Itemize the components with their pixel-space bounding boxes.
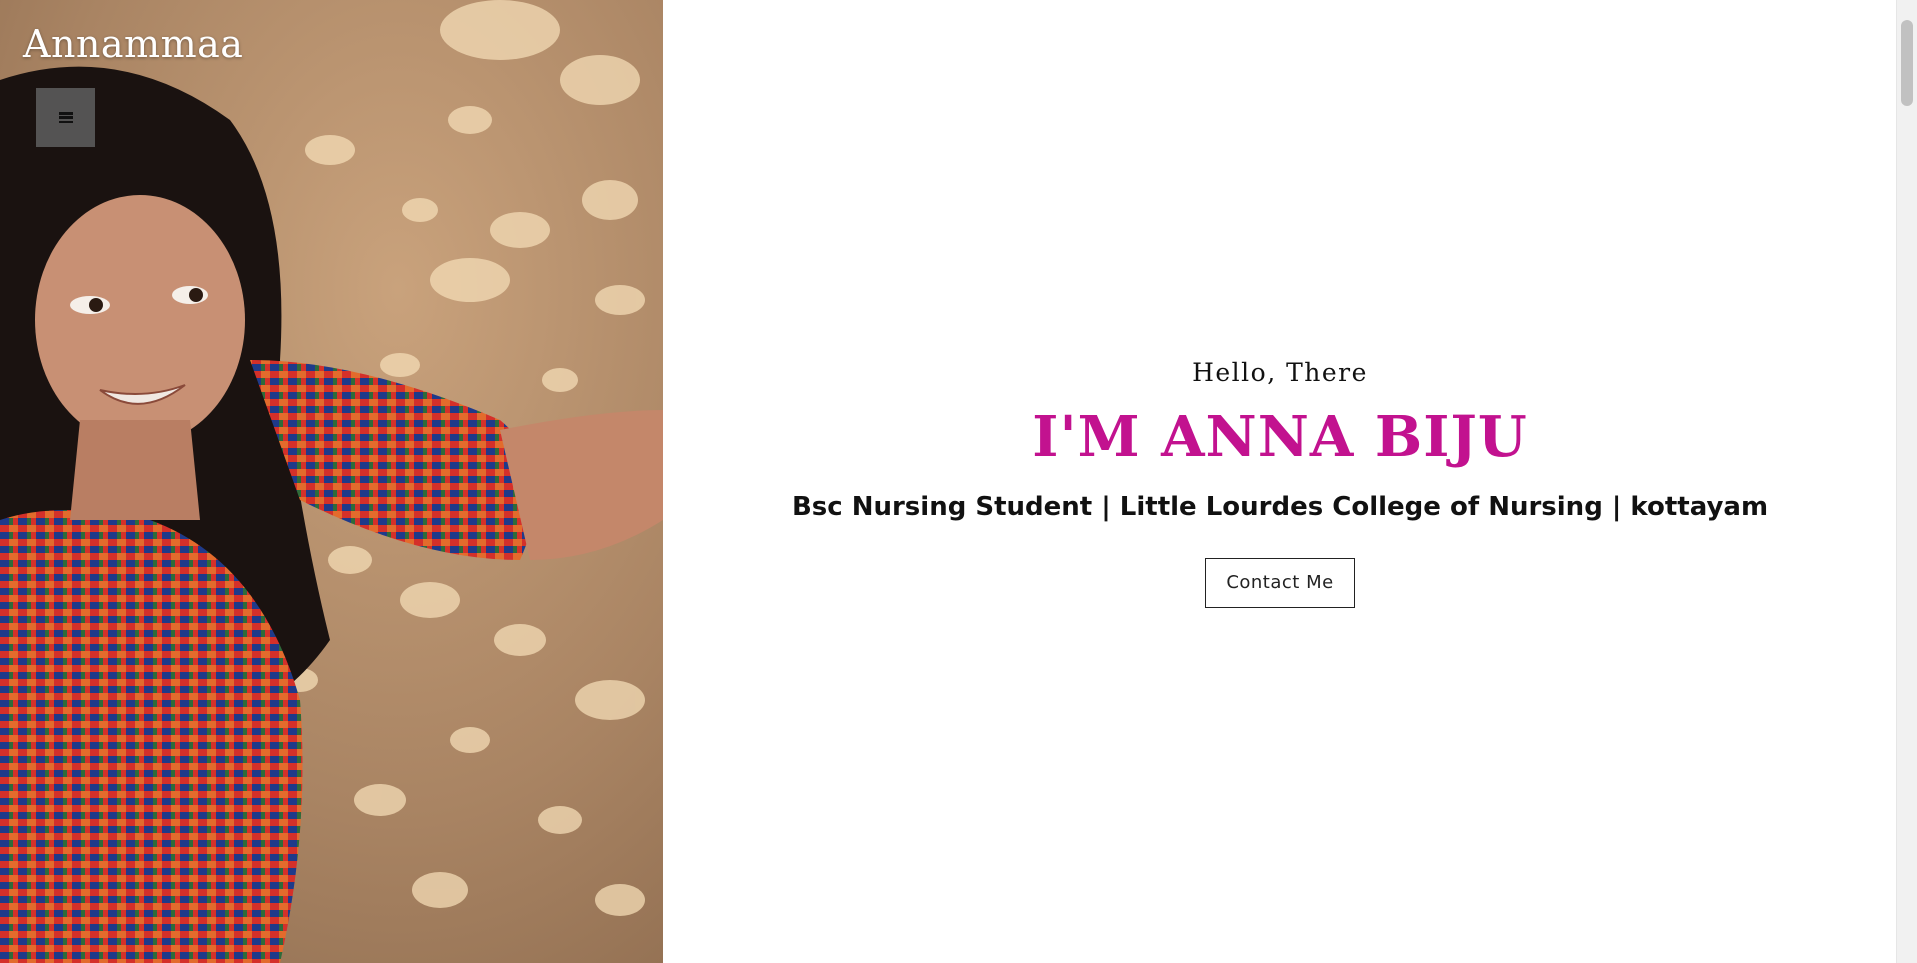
hero-name: I'M ANNA BIJU <box>1032 404 1528 470</box>
hero-tagline: Bsc Nursing Student | Little Lourdes Col… <box>791 492 1769 522</box>
hamburger-icon <box>58 112 73 123</box>
scrollbar-thumb[interactable] <box>1901 20 1913 106</box>
page: Annammaa Hello, There I'M ANNA BIJU Bsc … <box>0 0 1917 963</box>
hero-photo-panel: Annammaa <box>0 0 663 963</box>
contact-me-button[interactable]: Contact Me <box>1205 558 1355 608</box>
hero-content: Hello, There I'M ANNA BIJU Bsc Nursing S… <box>663 0 1897 963</box>
profile-photo <box>0 0 663 963</box>
hero-greeting: Hello, There <box>1192 358 1368 387</box>
page-scrollbar[interactable] <box>1896 0 1917 963</box>
site-brand[interactable]: Annammaa <box>23 22 243 66</box>
hero-text-block: Hello, There I'M ANNA BIJU Bsc Nursing S… <box>663 358 1897 608</box>
menu-toggle-button[interactable] <box>36 88 95 147</box>
